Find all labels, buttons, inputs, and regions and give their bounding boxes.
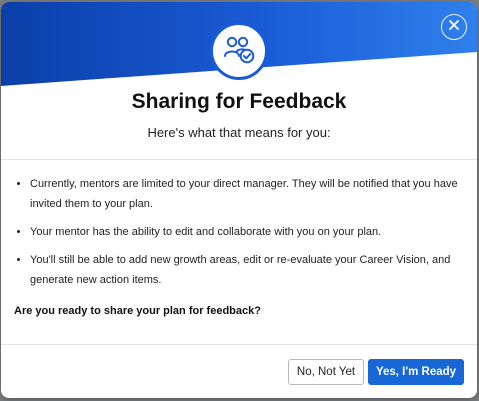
ready-button[interactable]: Yes, I'm Ready: [368, 359, 464, 385]
close-icon: [448, 18, 460, 36]
info-bullet-list: Currently, mentors are limited to your d…: [15, 174, 470, 298]
close-button[interactable]: [441, 14, 467, 40]
not-yet-button[interactable]: No, Not Yet: [288, 359, 364, 385]
users-check-icon: [222, 34, 256, 69]
dialog-title: Sharing for Feedback: [131, 90, 347, 113]
header-badge: [210, 22, 268, 80]
sharing-feedback-dialog: Sharing for Feedback Here's what that me…: [1, 2, 477, 398]
list-item: Your mentor has the ability to edit and …: [30, 222, 470, 242]
dialog-subtitle: Here's what that means for you:: [147, 125, 331, 140]
confirmation-question: Are you ready to share your plan for fee…: [14, 305, 261, 317]
top-divider: [1, 159, 477, 160]
list-item: Currently, mentors are limited to your d…: [30, 174, 470, 214]
list-item: You'll still be able to add new growth a…: [30, 250, 470, 290]
footer-divider: [1, 344, 477, 345]
